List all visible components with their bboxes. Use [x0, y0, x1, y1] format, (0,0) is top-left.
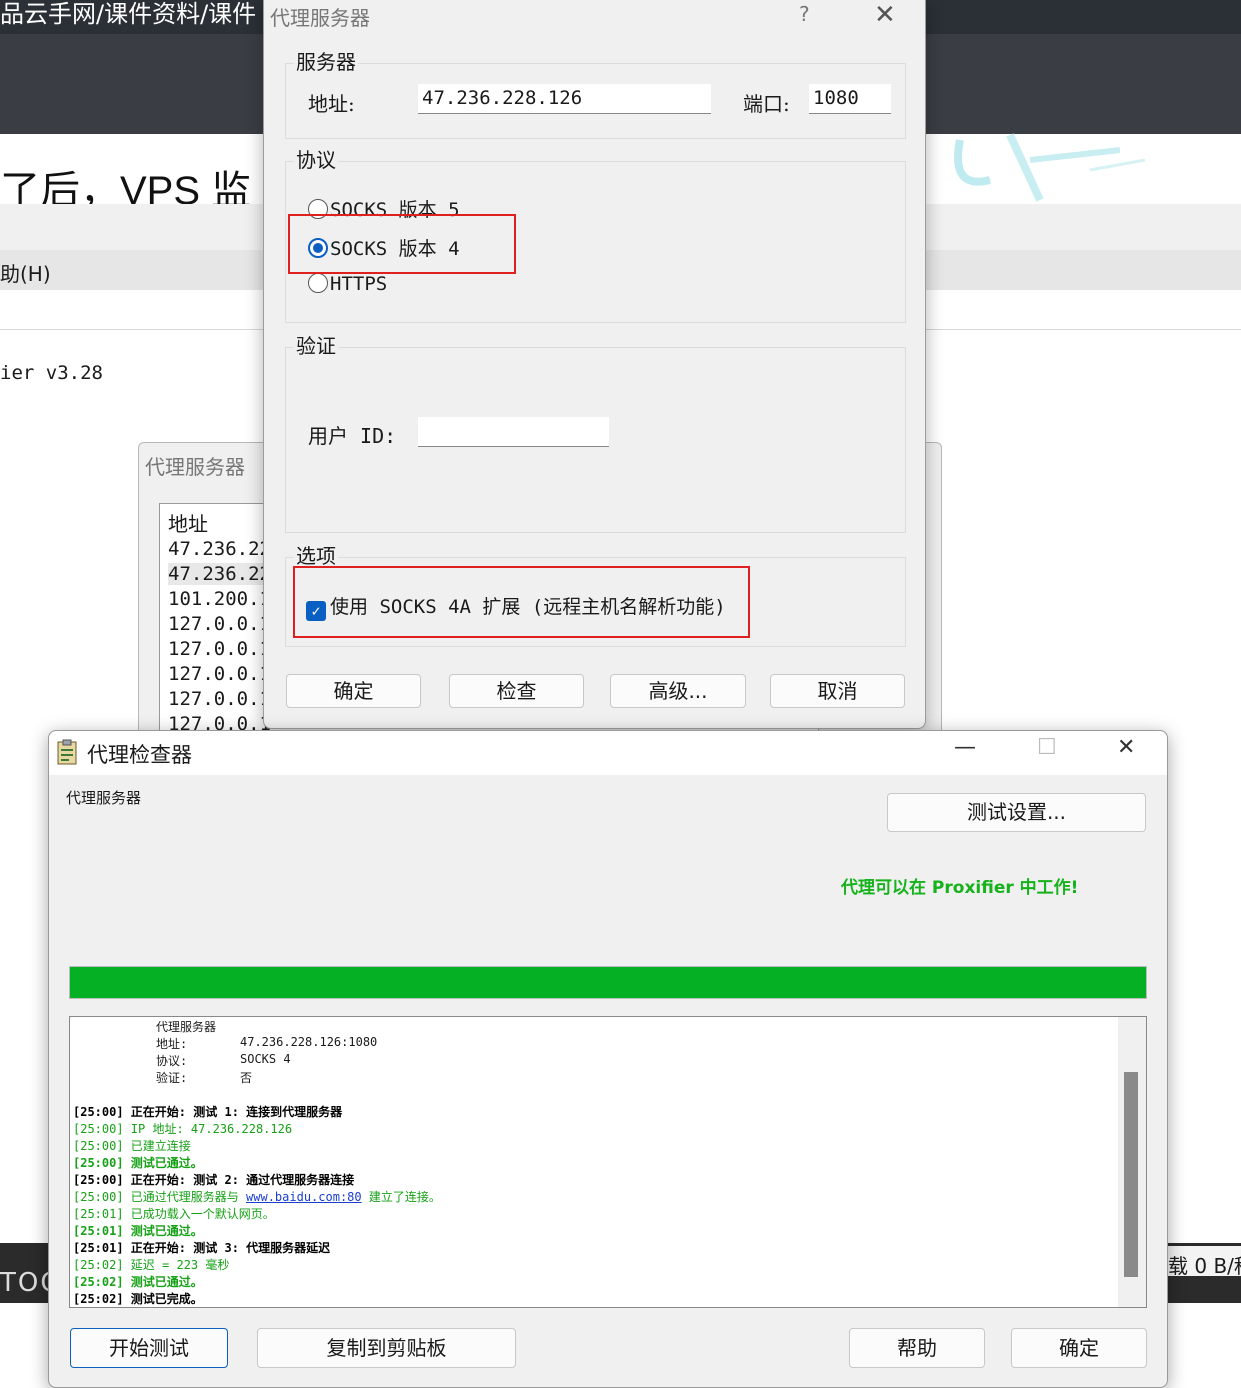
log-link[interactable]: www.baidu.com:80	[246, 1190, 362, 1204]
userid-field[interactable]	[418, 417, 609, 447]
help-button[interactable]: 帮助	[849, 1328, 985, 1368]
log-line: [25:00] 正在开始: 测试 2: 通过代理服务器连接	[73, 1173, 355, 1187]
log-scrollbar[interactable]	[1118, 1017, 1146, 1307]
copy-to-clipboard-button[interactable]: 复制到剪贴板	[257, 1328, 516, 1368]
list-item[interactable]: 101.200.1	[168, 588, 271, 610]
log-line: [25:02] 测试已完成。	[73, 1292, 203, 1306]
log-line: [25:00] 测试已通过。	[73, 1156, 203, 1170]
radio-https[interactable]: HTTPS	[308, 273, 387, 295]
options-group-label: 选项	[294, 540, 338, 569]
list-item[interactable]: 47.236.22	[168, 563, 271, 585]
advanced-button[interactable]: 高级...	[610, 674, 746, 708]
list-item[interactable]: 127.0.0.1	[168, 638, 271, 660]
cancel-button[interactable]: 取消	[770, 674, 905, 708]
help-icon[interactable]: ?	[799, 2, 810, 26]
log-line: [25:02] 测试已通过。	[73, 1275, 203, 1289]
background-topbar-text: 品云手网/课件资料/课件	[0, 0, 257, 28]
highlight-box	[288, 214, 516, 274]
proxy-servers-list-title: 代理服务器	[145, 455, 245, 479]
protocol-group-label: 协议	[294, 144, 338, 173]
background-menu-help[interactable]: 助(H)	[0, 258, 51, 287]
log-line: [25:02] 延迟 = 223 毫秒	[73, 1258, 230, 1272]
window-titlebar[interactable]: 代理检查器 — ☐ ✕	[49, 731, 1167, 775]
ok-button[interactable]: 确定	[1011, 1328, 1147, 1368]
server-group: 服务器 地址: 47.236.228.126 端口: 1080	[285, 46, 906, 139]
port-field[interactable]: 1080	[809, 84, 891, 114]
window-title: 代理检查器	[87, 743, 192, 767]
auth-group-label: 验证	[294, 330, 338, 359]
maximize-icon[interactable]: ☐	[1037, 735, 1057, 760]
log-protocol-key: 协议:	[156, 1054, 188, 1068]
log-line: [25:00] IP 地址: 47.236.228.126	[73, 1122, 293, 1136]
log-auth-key: 验证:	[156, 1071, 188, 1085]
background-download-speed: 载 0 B/秒	[1168, 1246, 1241, 1276]
log-auth-value: 否	[240, 1071, 253, 1085]
log-line-text-after: 建立了连接。	[361, 1190, 441, 1204]
list-item[interactable]: 127.0.0.1	[168, 663, 271, 685]
check-button[interactable]: 检查	[449, 674, 584, 708]
clipboard-check-icon	[57, 739, 77, 765]
scrollbar-thumb[interactable]	[1124, 1072, 1138, 1277]
log-line: [25:00] 正在开始: 测试 1: 连接到代理服务器	[73, 1105, 343, 1119]
background-decoration	[954, 133, 1146, 202]
server-group-label: 服务器	[294, 46, 358, 75]
port-label: 端口:	[743, 92, 790, 116]
list-item[interactable]: 47.236.22	[168, 538, 271, 560]
progress-bar	[69, 966, 1147, 999]
log-line: [25:01] 测试已通过。	[73, 1224, 203, 1238]
proxy-server-dialog: 代理服务器 ? ✕ 服务器 地址: 47.236.228.126 端口: 108…	[263, 0, 926, 729]
radio-https-label: HTTPS	[330, 273, 388, 295]
log-proxy-header: 代理服务器	[156, 1020, 217, 1034]
log-output[interactable]: 代理服务器 地址: 47.236.228.126:1080 协议: SOCKS …	[69, 1016, 1147, 1308]
close-icon[interactable]: ✕	[874, 0, 896, 30]
proxy-checker-window: 代理检查器 — ☐ ✕ 代理服务器 测试设置... 代理可以在 Proxifie…	[48, 730, 1168, 1388]
log-protocol-value: SOCKS 4	[240, 1052, 291, 1066]
address-field[interactable]: 47.236.228.126	[418, 84, 711, 114]
log-line: [25:01] 正在开始: 测试 3: 代理服务器延迟	[73, 1241, 331, 1255]
log-line-text: [25:00] 已通过代理服务器与	[73, 1190, 247, 1204]
ok-button[interactable]: 确定	[286, 674, 421, 708]
proxy-server-group-label: 代理服务器	[66, 789, 142, 807]
background-version-text: ier v3.28	[0, 362, 103, 384]
list-item[interactable]: 127.0.0.1	[168, 613, 271, 635]
log-line: [25:01] 已成功载入一个默认网页。	[73, 1207, 275, 1221]
address-label: 地址:	[308, 92, 355, 116]
list-item[interactable]: 127.0.0.1	[168, 688, 271, 710]
log-line: [25:00] 已通过代理服务器与 www.baidu.com:80 建立了连接…	[73, 1188, 441, 1205]
list-header-address[interactable]: 地址	[168, 508, 208, 537]
log-address-value: 47.236.228.126:1080	[240, 1035, 378, 1049]
highlight-box	[293, 566, 750, 638]
status-message: 代理可以在 Proxifier 中工作!	[841, 878, 1079, 898]
radio-button[interactable]	[308, 273, 328, 293]
minimize-icon[interactable]: —	[954, 735, 976, 760]
log-line: [25:00] 已建立连接	[73, 1139, 191, 1153]
log-address-key: 地址:	[156, 1037, 188, 1051]
close-icon[interactable]: ✕	[1117, 735, 1135, 760]
auth-group: 验证 用户 ID:	[285, 330, 906, 533]
userid-label: 用户 ID:	[308, 424, 397, 448]
test-settings-button[interactable]: 测试设置...	[887, 793, 1146, 832]
progress-bar-fill	[70, 967, 1146, 998]
start-test-button[interactable]: 开始测试	[70, 1328, 228, 1368]
dialog-title: 代理服务器	[270, 6, 370, 30]
